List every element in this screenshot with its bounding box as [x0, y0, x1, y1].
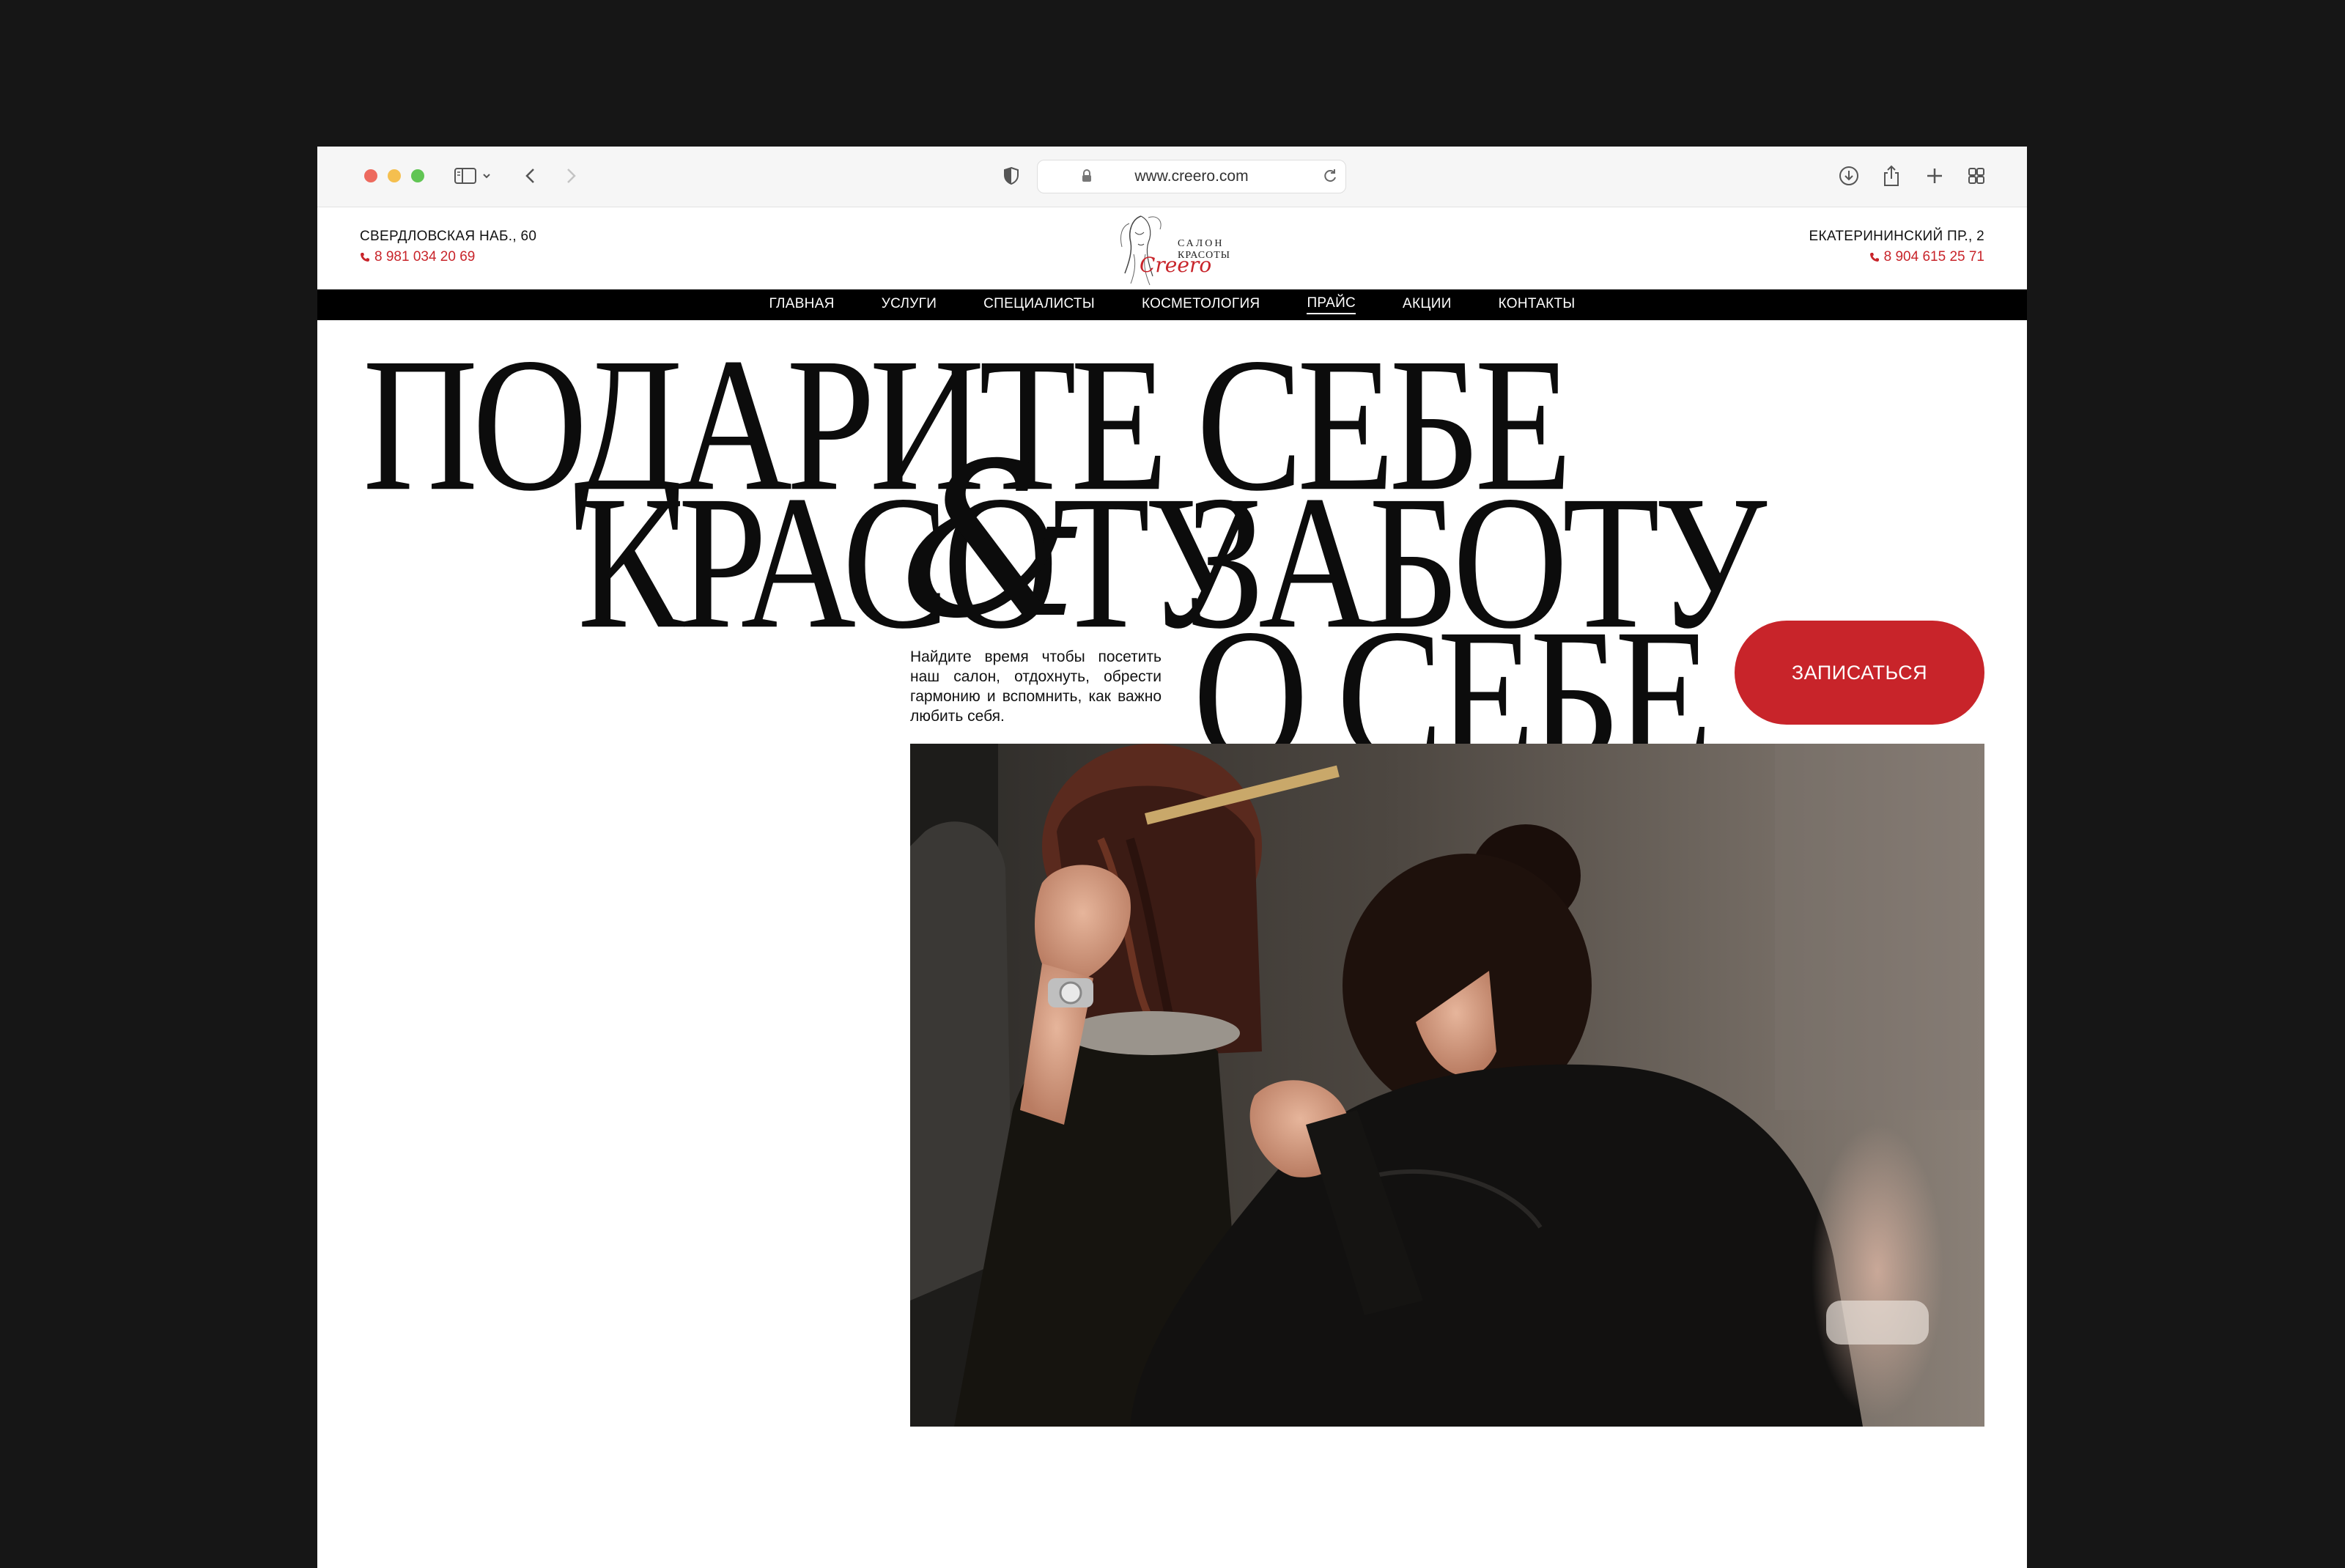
url-text: www.creero.com [1134, 168, 1249, 185]
nav-item-cosmetology[interactable]: КОСМЕТОЛОГИЯ [1142, 296, 1260, 314]
nav-item-services[interactable]: УСЛУГИ [882, 296, 937, 314]
site-header: СВЕРДЛОВСКАЯ НАБ., 60 8 981 034 20 69 СА… [317, 207, 2027, 289]
browser-window: www.creero.com СВЕРДЛОВСКАЯ НАБ., 60 8 9… [317, 147, 2027, 1568]
close-window-button[interactable] [364, 169, 377, 182]
minimize-window-button[interactable] [388, 169, 401, 182]
phone-icon [361, 253, 369, 262]
nav-item-home[interactable]: ГЛАВНАЯ [769, 296, 834, 314]
nav-item-prices[interactable]: ПРАЙС [1307, 295, 1356, 314]
salon-location-right: ЕКАТЕРИНИНСКИЙ ПР., 2 8 904 615 25 71 [1809, 229, 1984, 265]
browser-toolbar: www.creero.com [317, 147, 2027, 207]
back-arrow-icon[interactable] [520, 160, 542, 192]
privacy-shield-icon[interactable] [1000, 160, 1022, 192]
lock-icon [1082, 169, 1092, 187]
nav-item-specialists[interactable]: СПЕЦИАЛИСТЫ [983, 296, 1095, 314]
phone-icon [1869, 253, 1879, 262]
salon-location-left: СВЕРДЛОВСКАЯ НАБ., 60 8 981 034 20 69 [360, 229, 536, 265]
reload-icon[interactable] [1322, 168, 1338, 188]
hero-lead-text: Найдите время чтобы посетить наш салон, … [910, 648, 1162, 725]
sidebar-toggle-icon[interactable] [452, 160, 496, 192]
nav-item-promotions[interactable]: АКЦИИ [1403, 296, 1452, 314]
hero-ampersand: & [900, 418, 1090, 665]
address-left: СВЕРДЛОВСКАЯ НАБ., 60 [360, 229, 537, 244]
tab-overview-icon[interactable] [1963, 160, 1990, 192]
salon-logo[interactable]: САЛОН КРАСОТЫ Creero [1112, 210, 1236, 287]
book-appointment-button[interactable]: ЗАПИСАТЬСЯ [1735, 621, 1984, 725]
phone-left-number: 8 981 034 20 69 [374, 249, 476, 265]
phone-right-number: 8 904 615 25 71 [1883, 249, 1984, 265]
logo-name: Creero [1140, 253, 1212, 277]
phone-left[interactable]: 8 981 034 20 69 [360, 249, 536, 265]
share-icon[interactable] [1878, 160, 1905, 192]
download-icon[interactable] [1836, 160, 1862, 192]
logo-line1: САЛОН [1178, 238, 1225, 249]
address-right: ЕКАТЕРИНИНСКИЙ ПР., 2 [1809, 229, 1984, 244]
address-bar[interactable]: www.creero.com [1037, 160, 1346, 193]
zoom-window-button[interactable] [411, 169, 424, 182]
hero-photo-hairdresser [910, 744, 1984, 1427]
main-nav: ГЛАВНАЯ УСЛУГИ СПЕЦИАЛИСТЫ КОСМЕТОЛОГИЯ … [317, 289, 2027, 320]
nav-item-contacts[interactable]: КОНТАКТЫ [1499, 296, 1576, 314]
new-tab-icon[interactable] [1921, 160, 1948, 192]
phone-right[interactable]: 8 904 615 25 71 [1809, 249, 1984, 265]
forward-arrow-icon[interactable] [560, 160, 582, 192]
